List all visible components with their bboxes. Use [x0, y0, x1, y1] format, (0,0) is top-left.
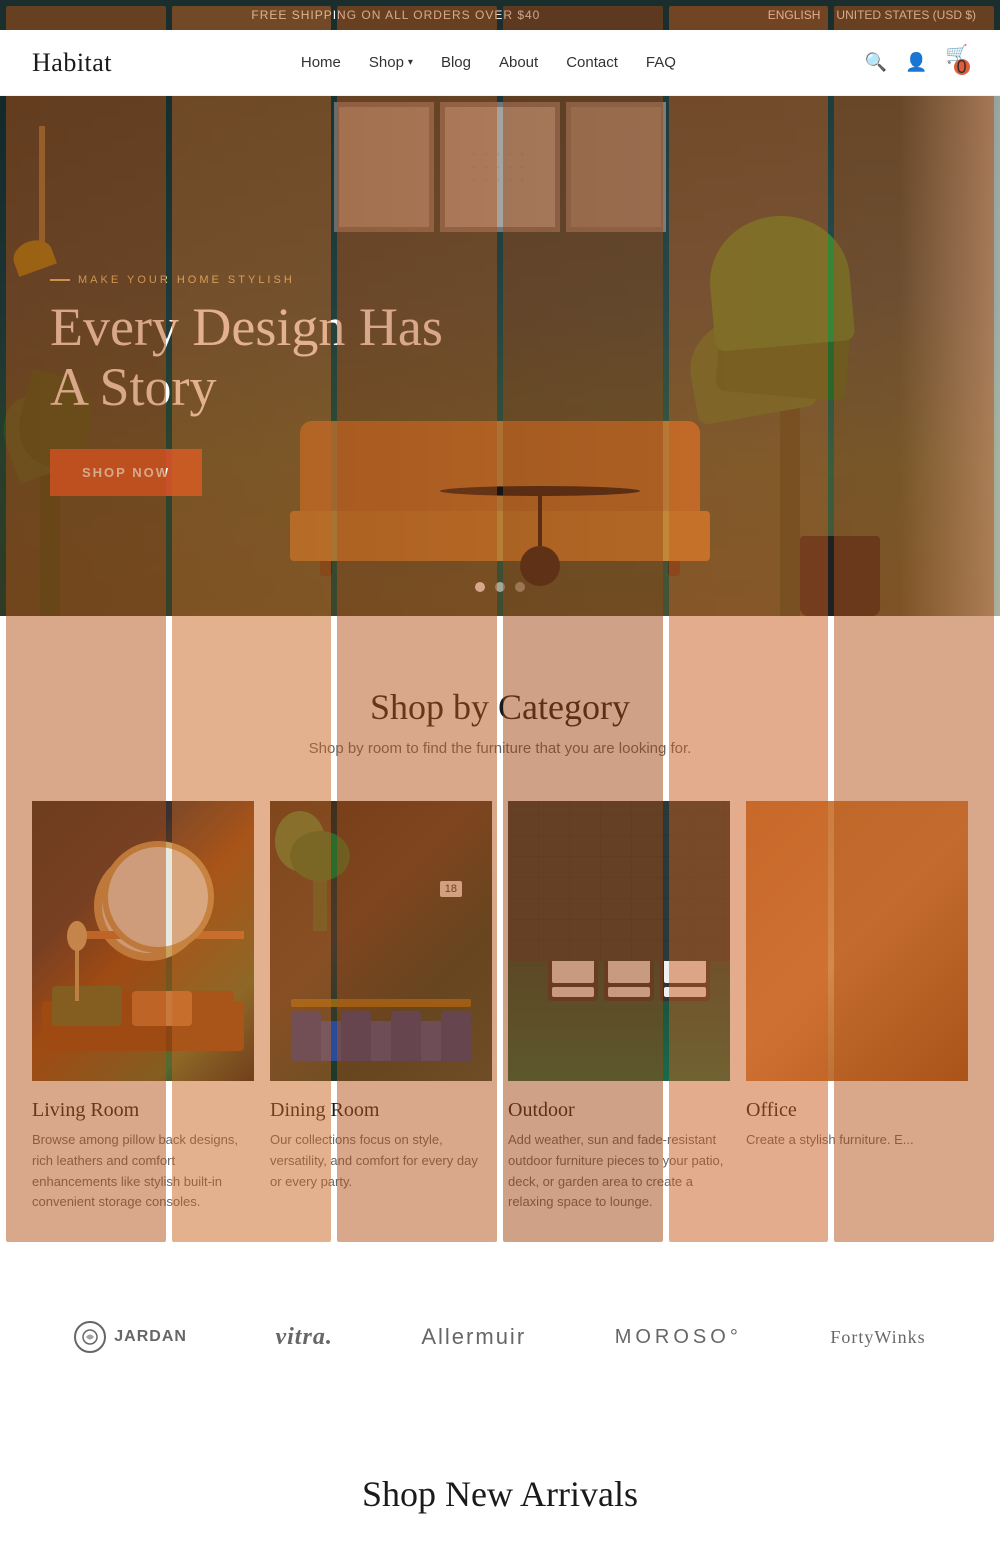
shop-dropdown-icon: ▾ [408, 57, 413, 68]
header: Habitat Home Shop ▾ Blog About Contact F… [0, 30, 1000, 96]
nav-about[interactable]: About [499, 54, 538, 71]
category-section: Shop by Category Shop by room to find th… [0, 616, 1000, 1261]
nav-home[interactable]: Home [301, 54, 341, 71]
brand-allermuir[interactable]: Allermuir [421, 1324, 526, 1350]
category-grid: Living Room Browse among pillow back des… [32, 801, 968, 1221]
brand-moroso[interactable]: MOROSO° [615, 1326, 742, 1349]
main-nav: Home Shop ▾ Blog About Contact FAQ [301, 54, 676, 71]
nav-faq[interactable]: FAQ [646, 54, 676, 71]
jardan-text: JARDAN [114, 1328, 187, 1346]
brands-section: JARDAN vitra. Allermuir MOROSO° FortyWin… [0, 1261, 1000, 1413]
allermuir-text: Allermuir [421, 1324, 526, 1350]
new-arrivals-title: Shop New Arrivals [32, 1473, 968, 1515]
brand-jardan[interactable]: JARDAN [74, 1321, 187, 1353]
category-card-office[interactable]: Office Create a stylish furniture. E... [746, 801, 968, 1221]
category-image-office [746, 801, 968, 1081]
nav-contact[interactable]: Contact [566, 54, 618, 71]
moroso-text: MOROSO° [615, 1326, 742, 1349]
header-icons: 🔍 👤 🛒 0 [865, 44, 968, 81]
fortywinks-text: FortyWinks [830, 1327, 925, 1348]
account-icon[interactable]: 👤 [905, 52, 927, 73]
nav-blog[interactable]: Blog [441, 54, 471, 71]
cart-icon[interactable]: 🛒 0 [946, 44, 968, 81]
brand-fortywinks[interactable]: FortyWinks [830, 1327, 925, 1348]
search-icon[interactable]: 🔍 [865, 52, 887, 73]
site-logo[interactable]: Habitat [32, 48, 112, 78]
vitra-text: vitra. [275, 1324, 332, 1351]
new-arrivals-section: Shop New Arrivals [0, 1413, 1000, 1547]
nav-shop[interactable]: Shop ▾ [369, 54, 413, 71]
jardan-icon [74, 1321, 106, 1353]
cart-badge: 0 [954, 59, 970, 75]
brands-row: JARDAN vitra. Allermuir MOROSO° FortyWin… [40, 1321, 960, 1353]
brand-vitra[interactable]: vitra. [275, 1324, 332, 1351]
